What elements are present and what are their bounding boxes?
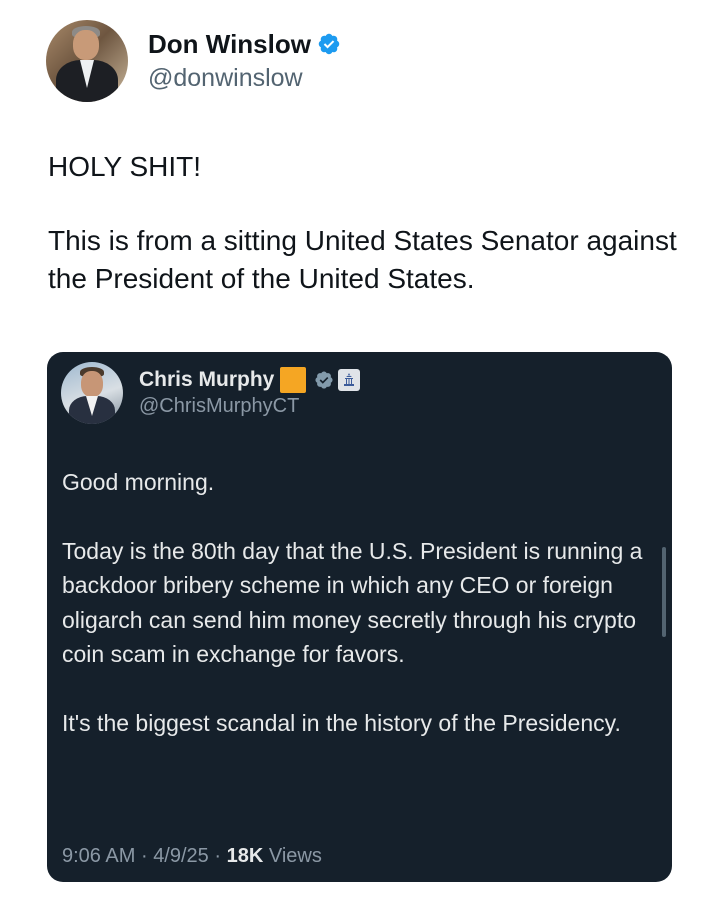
author-avatar[interactable] xyxy=(46,20,128,102)
author-handle[interactable]: @donwinslow xyxy=(148,62,341,94)
tweet-body: HOLY SHIT! This is from a sitting United… xyxy=(48,148,688,298)
views-count: 18K xyxy=(226,845,264,867)
quoted-author-names: Chris Murphy @ChrisMurphyCT xyxy=(139,367,361,419)
views-label: Views xyxy=(268,845,322,867)
tweet-paragraph: This is from a sitting United States Sen… xyxy=(48,225,677,294)
author-display-name[interactable]: Don Winslow xyxy=(148,28,311,60)
author-names: Don Winslow @donwinslow xyxy=(148,28,341,94)
capitol-icon xyxy=(338,369,361,391)
quoted-author-avatar[interactable] xyxy=(61,362,123,424)
quoted-tweet-card[interactable]: Chris Murphy @ChrisMurphyCT Good morning… xyxy=(47,352,672,882)
quoted-author-display-name[interactable]: Chris Murphy xyxy=(139,367,274,393)
verified-badge-icon xyxy=(318,33,340,55)
quoted-tweet-paragraph: Today is the 80th day that the U.S. Pres… xyxy=(62,537,643,668)
meta-separator: · xyxy=(140,845,148,867)
orange-square-icon xyxy=(280,367,307,393)
quoted-author-handle[interactable]: @ChrisMurphyCT xyxy=(139,393,360,419)
tweet-time[interactable]: 9:06 AM xyxy=(62,845,135,867)
tweet-paragraph: HOLY SHIT! xyxy=(48,151,202,182)
quoted-author-name-row: Chris Murphy xyxy=(139,367,361,393)
tweet-date[interactable]: 4/9/25 xyxy=(153,845,209,867)
quoted-tweet-header: Chris Murphy @ChrisMurphyCT xyxy=(61,362,361,424)
author-name-row: Don Winslow xyxy=(148,28,341,60)
quoted-tweet-meta: 9:06 AM · 4/9/25 · 18K Views xyxy=(62,844,322,868)
gray-verified-icon xyxy=(315,371,333,389)
quoted-tweet-paragraph: It's the biggest scandal in the history … xyxy=(62,709,621,736)
quoted-tweet-body: Good morning. Today is the 80th day that… xyxy=(62,465,647,774)
tweet-author: Don Winslow @donwinslow xyxy=(46,20,341,102)
meta-separator: · xyxy=(214,845,222,867)
quoted-tweet-paragraph: Good morning. xyxy=(62,469,215,495)
scrollbar[interactable] xyxy=(662,547,666,637)
